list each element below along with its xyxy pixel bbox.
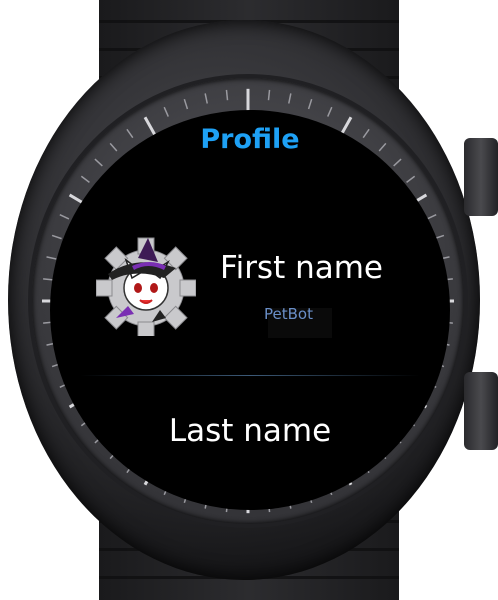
crown-button-bottom[interactable] <box>464 372 498 450</box>
bezel-minor-tick <box>406 175 416 183</box>
bezel-minor-tick <box>426 214 437 220</box>
first-name-label: First name <box>220 250 384 286</box>
bezel-minor-tick <box>393 158 402 167</box>
avatar[interactable] <box>95 236 197 339</box>
bezel-minor-tick <box>80 175 90 183</box>
bezel-minor-tick <box>288 93 292 104</box>
bezel-minor-tick <box>307 98 313 110</box>
bezel-minor-tick <box>163 106 169 117</box>
divider <box>80 375 420 376</box>
bezel-minor-tick <box>183 98 189 110</box>
watch-screen: Profile First name PetBot Last name <box>50 110 450 510</box>
bezel-minor-tick <box>59 214 70 220</box>
page-title: Profile <box>200 124 300 155</box>
bezel-minor-tick <box>94 158 103 167</box>
bezel-minor-tick <box>267 89 271 101</box>
bezel-minor-tick <box>46 256 57 260</box>
bezel-minor-tick <box>51 234 62 240</box>
bezel-minor-tick <box>204 93 208 104</box>
bezel-minor-tick <box>327 106 333 117</box>
last-name-label: Last name <box>168 413 332 449</box>
first-name-value[interactable]: PetBot <box>264 305 313 323</box>
bezel-minor-tick <box>225 89 229 101</box>
crown-button-top[interactable] <box>464 138 498 216</box>
gear-cat-avatar-icon <box>95 237 197 339</box>
